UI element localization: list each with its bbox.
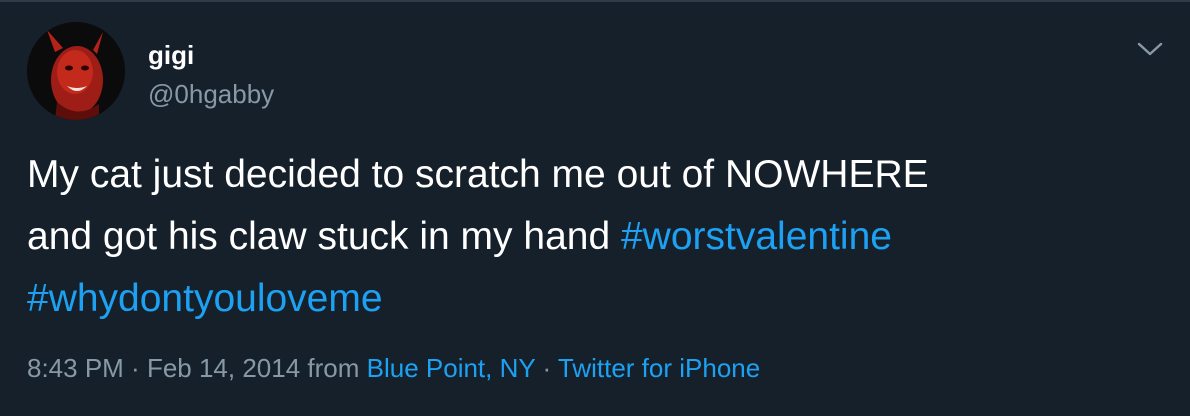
meta-separator-2: · xyxy=(535,353,558,383)
avatar-image xyxy=(27,22,125,120)
tweet-text-plain: and got his claw stuck in my hand xyxy=(27,215,621,258)
hashtag-whydontyouloveme[interactable]: #whydontyouloveme xyxy=(27,277,383,320)
tweet-location[interactable]: Blue Point, NY xyxy=(367,353,536,383)
tweet-meta: 8:43 PM · Feb 14, 2014 from Blue Point, … xyxy=(27,352,760,384)
avatar[interactable] xyxy=(27,22,125,120)
tweet-text: My cat just decided to scratch me out of… xyxy=(27,144,1147,330)
tweet-time[interactable]: 8:43 PM xyxy=(27,353,124,383)
tweet-card: gigi @0hgabby My cat just decided to scr… xyxy=(0,0,1190,416)
tweet-text-line-3: #whydontyouloveme xyxy=(27,268,1147,330)
tweet-text-line-1: My cat just decided to scratch me out of… xyxy=(27,153,929,196)
tweet-source[interactable]: Twitter for iPhone xyxy=(558,353,760,383)
tweet-date[interactable]: Feb 14, 2014 xyxy=(147,353,300,383)
hashtag-worstvalentine[interactable]: #worstvalentine xyxy=(621,215,892,258)
meta-from: from xyxy=(300,353,367,383)
meta-separator: · xyxy=(123,353,147,383)
author-handle[interactable]: @0hgabby xyxy=(148,79,274,109)
chevron-down-icon[interactable] xyxy=(1136,38,1164,60)
author-name[interactable]: gigi xyxy=(148,40,194,70)
tweet-text-line-2: and got his claw stuck in my hand #worst… xyxy=(27,206,1147,268)
